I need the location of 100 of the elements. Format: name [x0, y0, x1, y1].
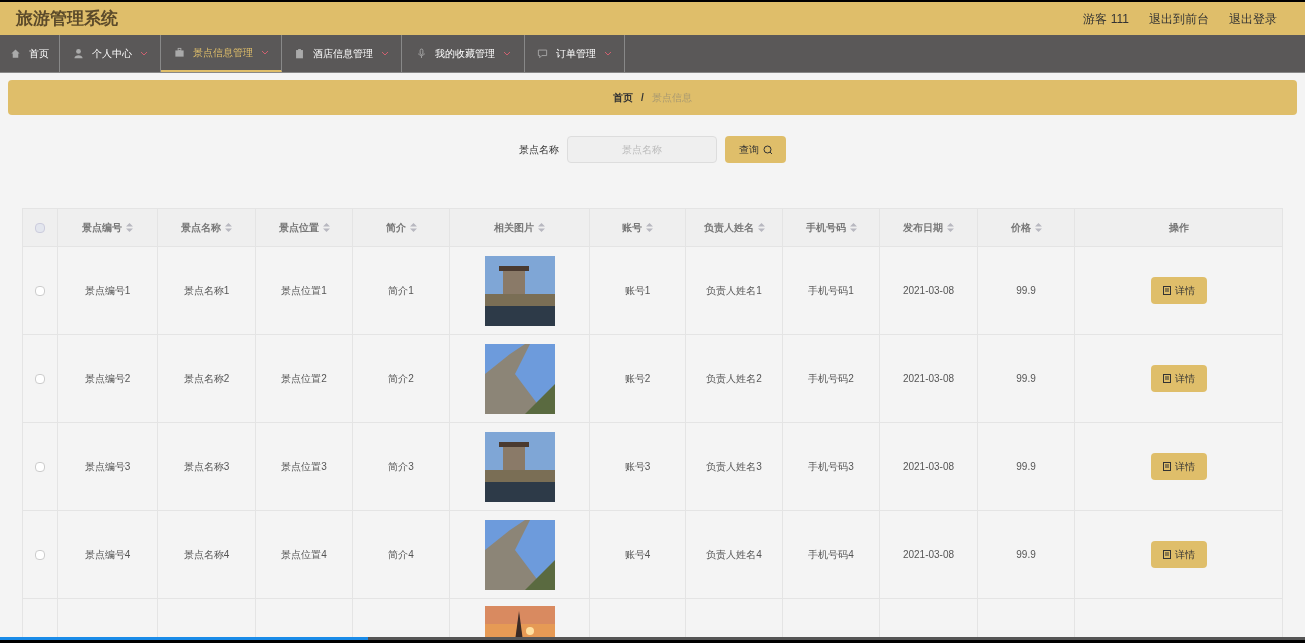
details-button[interactable]: 详情	[1150, 277, 1207, 304]
table-cell: 负责人姓名3	[706, 461, 762, 472]
chevron-down-icon	[139, 51, 148, 56]
table-cell: 景点名称1	[183, 285, 230, 296]
row-checkbox[interactable]	[35, 462, 45, 473]
column-header: 操作	[1168, 221, 1189, 235]
app-title: 旅游管理系统	[16, 7, 118, 30]
column-header[interactable]: 价格	[1010, 220, 1031, 235]
sort-icon[interactable]	[126, 223, 133, 232]
user-name: 游客 111	[1083, 10, 1129, 28]
sort-icon[interactable]	[409, 223, 417, 232]
user-icon	[72, 48, 84, 59]
column-header[interactable]: 发布日期	[903, 220, 943, 235]
photo-placeholder	[484, 519, 555, 590]
clipboard-icon	[294, 48, 305, 59]
table-cell: 99.9	[1016, 285, 1036, 296]
photo-placeholder	[484, 431, 555, 502]
row-checkbox[interactable]	[35, 374, 45, 385]
table-cell: 负责人姓名2	[706, 373, 762, 384]
sort-icon[interactable]	[322, 223, 330, 232]
table-cell: 2021-03-08	[902, 373, 955, 384]
table-cell: 负责人姓名4	[706, 549, 762, 560]
table-cell: 负责人姓名1	[706, 285, 762, 296]
table-cell: 手机号码3	[808, 461, 854, 472]
table-cell: 简介3	[388, 461, 414, 472]
table-cell: 简介1	[388, 285, 414, 296]
table-cell: 手机号码4	[808, 549, 854, 560]
column-header[interactable]: 景点名称	[181, 220, 221, 235]
table-cell: 手机号码2	[808, 373, 854, 384]
search-button[interactable]: 查询	[725, 136, 786, 163]
document-icon	[1162, 286, 1171, 295]
search-label: 景点名称	[519, 143, 559, 157]
column-header[interactable]: 账号	[622, 220, 642, 235]
sort-icon[interactable]	[646, 223, 653, 232]
details-button[interactable]: 详情	[1150, 365, 1207, 392]
table-cell: 2021-03-08	[902, 285, 955, 296]
document-icon	[1162, 374, 1171, 383]
table-cell: 景点编号2	[84, 373, 131, 384]
chevron-down-icon	[502, 51, 511, 56]
table-cell: 景点编号3	[84, 461, 131, 472]
nav-tab[interactable]: 景点信息管理	[161, 35, 282, 72]
sort-icon[interactable]	[1034, 223, 1042, 232]
sort-icon[interactable]	[225, 223, 232, 232]
table-cell: 景点位置4	[281, 549, 327, 560]
nav-tab[interactable]: 首页	[0, 35, 60, 72]
table-cell: 账号4	[624, 549, 651, 560]
table-cell: 手机号码1	[808, 285, 854, 296]
table-cell: 景点编号1	[84, 285, 131, 296]
table-cell: 账号1	[624, 285, 651, 296]
sort-icon[interactable]	[947, 223, 954, 232]
photo-placeholder	[484, 343, 555, 414]
table-cell: 景点名称4	[183, 549, 230, 560]
mic-icon	[415, 48, 427, 59]
table-cell: 99.9	[1016, 461, 1036, 472]
chevron-down-icon	[260, 50, 269, 55]
table-cell: 简介4	[388, 549, 414, 560]
table-cell: 景点位置3	[281, 461, 327, 472]
table-cell: 账号3	[624, 461, 651, 472]
briefcase-icon	[173, 47, 185, 58]
table-cell: 账号2	[624, 373, 651, 384]
select-all-checkbox[interactable]	[35, 223, 45, 234]
table-cell: 简介2	[388, 373, 414, 384]
sort-icon[interactable]	[849, 223, 857, 232]
nav-tab[interactable]: 订单管理	[525, 35, 625, 72]
document-icon	[1162, 462, 1171, 471]
chevron-down-icon	[381, 51, 389, 56]
table-cell: 99.9	[1016, 549, 1036, 560]
column-header[interactable]: 简介	[385, 220, 406, 235]
chat-icon	[537, 48, 548, 59]
home-icon	[10, 48, 21, 59]
column-header[interactable]: 景点位置	[278, 220, 319, 235]
playback-progress[interactable]	[0, 637, 368, 640]
sort-icon[interactable]	[538, 223, 545, 232]
table-cell: 2021-03-08	[902, 549, 955, 560]
details-button[interactable]: 详情	[1150, 541, 1207, 568]
search-icon	[762, 144, 773, 155]
nav-tab[interactable]: 酒店信息管理	[282, 35, 402, 72]
header-link[interactable]: 退出登录	[1229, 9, 1277, 28]
header-link[interactable]: 退出到前台	[1149, 9, 1209, 28]
photo-placeholder	[484, 255, 555, 326]
breadcrumb-separator: /	[641, 91, 644, 105]
table-cell: 景点名称3	[183, 461, 230, 472]
table-cell: 景点名称2	[183, 373, 230, 384]
table-cell: 景点位置1	[281, 285, 327, 296]
row-checkbox[interactable]	[35, 550, 45, 561]
table-cell: 2021-03-08	[902, 461, 955, 472]
document-icon	[1162, 550, 1171, 559]
table-cell: 景点编号4	[84, 549, 131, 560]
nav-tab[interactable]: 个人中心	[60, 35, 161, 72]
table-cell: 99.9	[1016, 373, 1036, 384]
breadcrumb-item[interactable]: 首页	[613, 90, 634, 105]
sort-icon[interactable]	[757, 223, 765, 232]
column-header[interactable]: 景点编号	[82, 220, 122, 235]
column-header[interactable]: 手机号码	[805, 220, 846, 235]
column-header[interactable]: 相关图片	[494, 220, 534, 235]
row-checkbox[interactable]	[35, 286, 45, 297]
details-button[interactable]: 详情	[1150, 453, 1207, 480]
nav-tab[interactable]: 我的收藏管理	[402, 35, 525, 72]
photo-placeholder	[484, 606, 555, 638]
table-cell: 景点位置2	[281, 373, 327, 384]
